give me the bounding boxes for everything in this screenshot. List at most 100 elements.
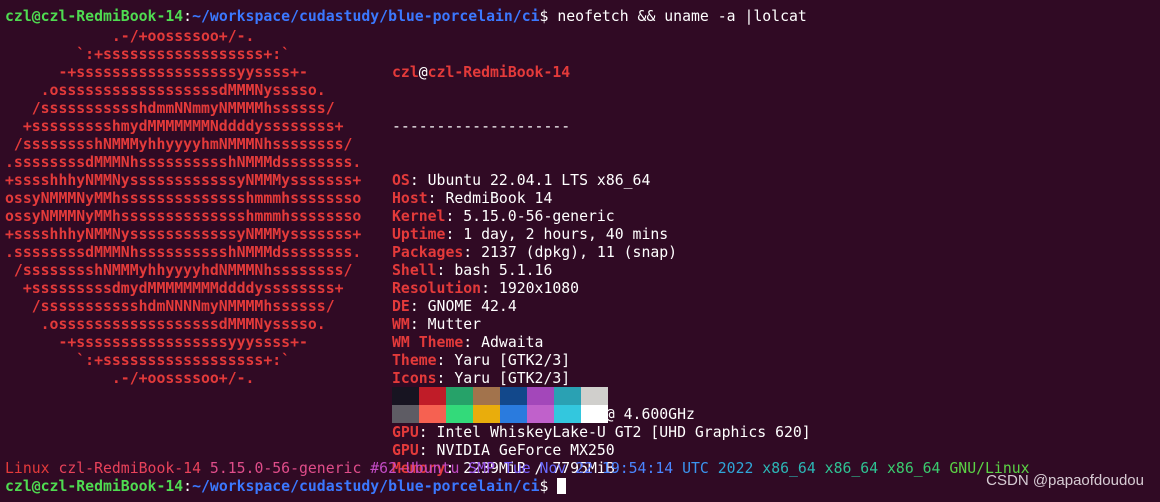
color-palette (392, 387, 608, 423)
info-key: Kernel (392, 208, 446, 225)
info-value: : bash 5.1.16 (436, 262, 553, 279)
logo-line: +sssshhhyNMMNyssssssssssssyNMMMysssssss+ (5, 172, 362, 189)
bright-color-swatch (419, 405, 446, 423)
info-key: Resolution (392, 280, 482, 297)
normal-color-swatch (473, 387, 500, 405)
info-row: Theme: Yaru [GTK2/3] (392, 352, 811, 370)
uname-token: SMP (468, 460, 504, 477)
bright-color-swatch (527, 405, 554, 423)
normal-color-swatch (500, 387, 527, 405)
csdn-watermark: CSDN @papaofdoudou (986, 472, 1144, 489)
info-row: WM Theme: Adwaita (392, 334, 811, 352)
info-key: WM Theme (392, 334, 464, 351)
bright-color-swatch (581, 405, 608, 423)
info-row: Kernel: 5.15.0-56-generic (392, 208, 811, 226)
uname-token: x86_64 (762, 460, 825, 477)
logo-line: .-/+oossssoo+/-. (5, 370, 255, 387)
info-row: Shell: bash 5.1.16 (392, 262, 811, 280)
logo-line: ossyNMMMNyMMhsssssssssssssshmmmhssssssso (5, 190, 362, 207)
logo-line: /ssssssssssshdmNNNNmyNMMMMhssssss/ (5, 298, 335, 315)
info-key: WM (392, 316, 410, 333)
logo-line: .ssssssssdMMMNhsssssssssshNMMMdssssssss. (5, 154, 362, 171)
logo-line: /ssssssssssshdmmNNmmyNMMMMhssssss/ (5, 100, 335, 117)
uname-token: Nov (539, 460, 576, 477)
normal-color-swatch (446, 387, 473, 405)
uname-token: x86_64 (824, 460, 888, 477)
bright-color-swatch (392, 405, 419, 423)
info-value: : Yaru [GTK2/3] (436, 370, 571, 387)
logo-line: -+ssssssssssssssssssyyssss+- (5, 64, 308, 81)
info-key: DE (392, 298, 410, 315)
bright-color-swatch (554, 405, 581, 423)
info-key: Shell (392, 262, 437, 279)
info-row: DE: GNOME 42.4 (392, 298, 811, 316)
normal-color-swatch (554, 387, 581, 405)
info-row: GPU: Intel WhiskeyLake-U GT2 [UHD Graphi… (392, 424, 811, 442)
info-rows: OS: Ubuntu 22.04.1 LTS x86_64 Host: Redmi… (392, 172, 811, 478)
logo-line: .-/+oossssoo+/-. (5, 28, 255, 45)
terminal-window[interactable]: czl@czl-RedmiBook-14:~/workspace/cudastu… (0, 0, 1160, 502)
info-value: : 1920x1080 (481, 280, 580, 297)
info-key: Uptime (392, 226, 446, 243)
uname-token: Linux (5, 460, 59, 477)
logo-line: .ossssssssssssssssssdMMMNysssso. (5, 316, 326, 333)
info-key: Icons (392, 370, 437, 387)
info-row: OS: Ubuntu 22.04.1 LTS x86_64 (392, 172, 811, 190)
normal-color-swatch (527, 387, 554, 405)
normal-color-swatch (392, 387, 419, 405)
typed-command: neofetch && uname -a |lolcat (548, 8, 807, 25)
logo-line: +sssshhhyNMMNyssssssssssssyNMMMysssssss+ (5, 226, 362, 243)
logo-line: -+sssssssssssssssssyyyssss+- (5, 334, 308, 351)
normal-color-swatch (581, 387, 608, 405)
uname-token: 2022 (717, 460, 763, 477)
info-key: OS (392, 172, 410, 189)
info-row: GPU: NVIDIA GeForce MX250 (392, 442, 811, 460)
prompt2-colon: : (183, 478, 193, 495)
info-value: : RedmiBook 14 (427, 190, 553, 207)
second-prompt-line[interactable]: czl@czl-RedmiBook-14:~/workspace/cudastu… (5, 478, 567, 496)
uname-token: 19:54:14 (601, 460, 683, 477)
info-row: Icons: Yaru [GTK2/3] (392, 370, 811, 388)
uname-output-line: Linux czl-RedmiBook-14 5.15.0-56-generic… (5, 460, 1030, 478)
command-prompt-line: czl@czl-RedmiBook-14:~/workspace/cudastu… (5, 8, 807, 26)
info-key: GPU (392, 424, 419, 441)
uname-token: 5.15.0-56-generic (209, 460, 371, 477)
info-row: Host: RedmiBook 14 (392, 190, 811, 208)
info-value: : Adwaita (463, 334, 544, 351)
info-row: WM: Mutter (392, 316, 811, 334)
uname-token: x86_64 (887, 460, 950, 477)
system-info-panel: czl@czl-RedmiBook-14 -------------------… (392, 28, 811, 502)
info-user: czl (392, 64, 419, 81)
palette-bright-row (392, 405, 608, 423)
info-row: Packages: 2137 (dpkg), 11 (snap) (392, 244, 811, 262)
text-cursor (557, 478, 567, 494)
info-key: GPU (392, 442, 419, 459)
logo-line: `:+ssssssssssssssssss+:` (5, 352, 291, 369)
logo-line: +ssssssssshmydMMMMMMMNddddyssssssss+ (5, 118, 344, 135)
logo-line: /sssssssshNMMMyhhyyyyhmNMMMNhssssssss/ (5, 136, 353, 153)
bright-color-swatch (473, 405, 500, 423)
info-value: : Intel WhiskeyLake-U GT2 [UHD Graphics … (418, 424, 811, 441)
uname-token: czl-RedmiBook-14 (58, 460, 210, 477)
prompt2-path: ~/workspace/cudastudy/blue-porcelain/ci (192, 478, 540, 495)
prompt-path: ~/workspace/cudastudy/blue-porcelain/ci (192, 8, 540, 25)
prompt-user-host: czl@czl-RedmiBook-14 (5, 8, 184, 25)
palette-normal-row (392, 387, 608, 405)
uname-token: #62-Ubuntu (370, 460, 469, 477)
info-row: Uptime: 1 day, 2 hours, 40 mins (392, 226, 811, 244)
logo-line: +sssssssssdmydMMMMMMMMddddyssssssss+ (5, 280, 344, 297)
logo-line: .ossssssssssssssssssdMMMNysssso. (5, 82, 326, 99)
uname-token: 22 (575, 460, 602, 477)
logo-line: .ssssssssdMMMNhsssssssssshNMMMdssssssss. (5, 244, 362, 261)
info-value: : 1 day, 2 hours, 40 mins (445, 226, 669, 243)
logo-line: /sssssssshNMMMyhhyyyyhdNMMMNhssssssss/ (5, 262, 353, 279)
info-value: : 2137 (dpkg), 11 (snap) (463, 244, 678, 261)
prompt-colon: : (183, 8, 193, 25)
prompt2-user-host: czl@czl-RedmiBook-14 (5, 478, 184, 495)
info-value: : Ubuntu 22.04.1 LTS x86_64 (409, 172, 651, 189)
info-host: czl-RedmiBook-14 (427, 64, 571, 81)
info-at: @ (418, 64, 428, 81)
uname-token: UTC (682, 460, 718, 477)
info-value: : GNOME 42.4 (409, 298, 517, 315)
info-key: Theme (392, 352, 437, 369)
